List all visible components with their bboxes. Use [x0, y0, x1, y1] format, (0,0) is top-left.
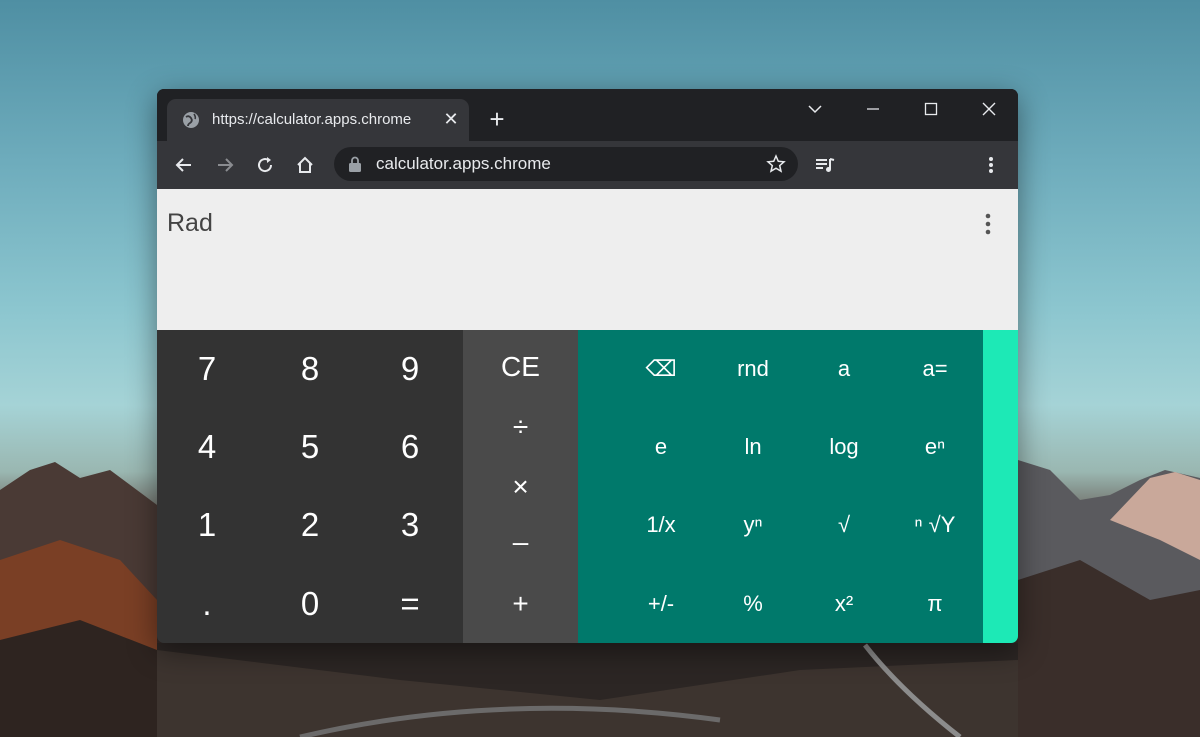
calculator-display: Rad: [157, 189, 1018, 330]
scientific-pad: ⌫ rnd a a= e ln log eⁿ 1/x yⁿ √ ⁿ √Y +/-…: [578, 330, 983, 643]
url-text: calculator.apps.chrome: [376, 154, 551, 173]
tab-title: https://calculator.apps.chrome: [212, 111, 412, 128]
key-5[interactable]: 5: [260, 408, 360, 486]
key-decimal[interactable]: .: [157, 565, 257, 643]
key-4[interactable]: 4: [157, 408, 257, 486]
chevron-down-icon: [808, 105, 822, 114]
minimize-button[interactable]: [853, 95, 893, 123]
key-6[interactable]: 6: [360, 408, 460, 486]
key-exp[interactable]: eⁿ: [890, 408, 980, 486]
key-assign-a[interactable]: a=: [890, 330, 980, 408]
operator-pad: CE ÷ × – +: [463, 330, 578, 643]
key-variable-a[interactable]: a: [799, 330, 889, 408]
key-percent[interactable]: %: [708, 565, 798, 643]
advanced-panel-handle[interactable]: [983, 330, 1018, 643]
globe-icon: [183, 112, 199, 128]
more-vert-icon: [985, 213, 991, 235]
key-e[interactable]: e: [616, 408, 706, 486]
tab-search-button[interactable]: [795, 95, 835, 123]
key-nth-root[interactable]: ⁿ √Y: [890, 486, 980, 564]
key-9[interactable]: 9: [360, 330, 460, 408]
key-7[interactable]: 7: [157, 330, 257, 408]
key-multiply[interactable]: ×: [463, 457, 578, 517]
tab-strip: https://calculator.apps.chrome ✕ +: [157, 89, 1018, 141]
close-icon: [982, 102, 996, 116]
reload-button[interactable]: [251, 151, 279, 179]
key-pi[interactable]: π: [890, 565, 980, 643]
star-icon[interactable]: [766, 154, 786, 174]
minimize-icon: [867, 108, 879, 110]
key-backspace[interactable]: ⌫: [616, 330, 706, 408]
key-random[interactable]: rnd: [708, 330, 798, 408]
key-subtract[interactable]: –: [463, 512, 578, 572]
tab-close-button[interactable]: ✕: [441, 109, 461, 129]
key-reciprocal[interactable]: 1/x: [616, 486, 706, 564]
keypad: 7 8 9 4 5 6 1 2 3 . 0 = CE ÷ × – + ⌫ rnd…: [157, 330, 1018, 643]
reload-icon: [258, 157, 273, 173]
key-divide[interactable]: ÷: [463, 397, 578, 457]
forward-button[interactable]: [211, 151, 239, 179]
close-window-button[interactable]: [969, 95, 1009, 123]
key-0[interactable]: 0: [260, 565, 360, 643]
lock-icon: [349, 156, 361, 172]
key-clear-entry[interactable]: CE: [463, 337, 578, 397]
number-pad: 7 8 9 4 5 6 1 2 3 . 0 =: [157, 330, 463, 643]
queue-music-icon: [816, 158, 835, 172]
more-vert-icon: [989, 157, 993, 173]
arrow-right-icon: [218, 158, 234, 172]
new-tab-button[interactable]: +: [485, 106, 509, 132]
maximize-icon: [924, 102, 938, 116]
back-button[interactable]: [170, 151, 198, 179]
key-log[interactable]: log: [799, 408, 889, 486]
media-controls-button[interactable]: [811, 151, 839, 179]
key-ln[interactable]: ln: [708, 408, 798, 486]
calculator-menu-button[interactable]: [979, 211, 997, 237]
browser-window: https://calculator.apps.chrome ✕ + calcu…: [157, 89, 1018, 643]
key-negate[interactable]: +/-: [616, 565, 706, 643]
home-icon: [297, 156, 313, 173]
browser-menu-button[interactable]: [977, 151, 1005, 179]
key-add[interactable]: +: [463, 574, 578, 634]
key-square[interactable]: x²: [799, 565, 889, 643]
key-sqrt[interactable]: √: [799, 486, 889, 564]
key-8[interactable]: 8: [260, 330, 360, 408]
key-3[interactable]: 3: [360, 486, 460, 564]
address-bar[interactable]: calculator.apps.chrome: [334, 147, 798, 181]
arrow-left-icon: [175, 158, 191, 172]
maximize-button[interactable]: [911, 95, 951, 123]
key-power[interactable]: yⁿ: [708, 486, 798, 564]
browser-toolbar: calculator.apps.chrome: [157, 141, 1018, 189]
home-button[interactable]: [291, 151, 319, 179]
angle-mode-label[interactable]: Rad: [167, 209, 213, 238]
key-2[interactable]: 2: [260, 486, 360, 564]
key-1[interactable]: 1: [157, 486, 257, 564]
key-equals[interactable]: =: [360, 565, 460, 643]
browser-tab[interactable]: https://calculator.apps.chrome ✕: [167, 99, 469, 141]
